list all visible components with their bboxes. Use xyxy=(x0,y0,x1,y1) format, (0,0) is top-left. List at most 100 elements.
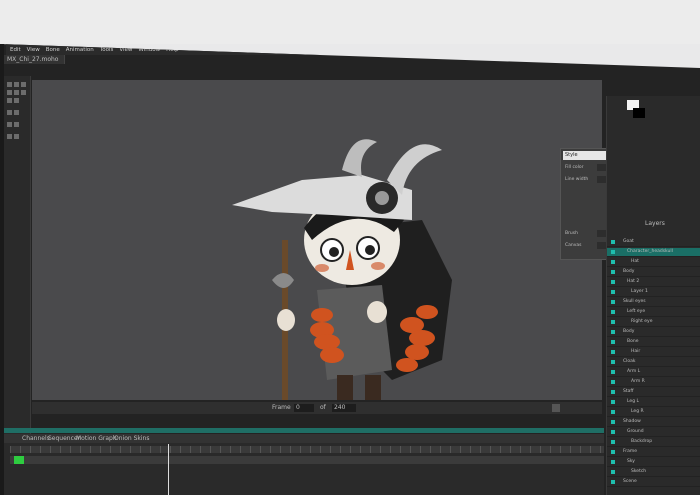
layer-row[interactable]: Character_headskull xyxy=(607,248,700,257)
layer-row[interactable]: Shadow xyxy=(607,418,700,427)
layer-row[interactable]: Ground xyxy=(607,428,700,437)
menu-item-view2[interactable]: View xyxy=(119,47,132,53)
tool-icon[interactable] xyxy=(14,122,19,127)
ruler-tick xyxy=(80,446,81,453)
eye-icon[interactable] xyxy=(611,450,615,454)
eye-icon[interactable] xyxy=(611,250,615,254)
menu-item-edit[interactable]: Edit xyxy=(10,47,21,53)
brush-icon[interactable] xyxy=(21,82,26,87)
timeline-scrub-bar[interactable] xyxy=(4,428,604,433)
tool-icon[interactable] xyxy=(7,110,12,115)
layer-name: Hat 2 xyxy=(627,279,640,284)
eye-icon[interactable] xyxy=(611,350,615,354)
layer-row[interactable]: Arm R xyxy=(607,378,700,387)
tool-icon[interactable] xyxy=(14,90,19,95)
layer-row[interactable]: Arm L xyxy=(607,368,700,377)
menu-item-animation[interactable]: Animation xyxy=(66,47,94,53)
bone-icon[interactable] xyxy=(14,82,19,87)
tool-icon[interactable] xyxy=(14,98,19,103)
eye-icon[interactable] xyxy=(611,410,615,414)
eye-icon[interactable] xyxy=(611,260,615,264)
tool-icon[interactable] xyxy=(7,98,12,103)
menu-item-window[interactable]: Window xyxy=(138,47,160,53)
document-tab[interactable]: MX_Chi_27.moho xyxy=(4,55,65,64)
ruler-tick xyxy=(10,446,11,453)
layer-row[interactable]: Frame xyxy=(607,448,700,457)
layer-row[interactable]: Goat xyxy=(607,238,700,247)
eye-icon[interactable] xyxy=(611,420,615,424)
menu-item-view[interactable]: View xyxy=(27,47,40,53)
playhead[interactable] xyxy=(168,444,169,495)
tool-icon[interactable] xyxy=(14,134,19,139)
menu-item-help[interactable]: Help xyxy=(166,47,179,53)
total-frames-input[interactable]: 240 xyxy=(332,404,356,412)
ruler-tick xyxy=(160,446,161,453)
eye-icon[interactable] xyxy=(611,320,615,324)
layer-row[interactable]: Leg L xyxy=(607,398,700,407)
layer-row[interactable]: Hair xyxy=(607,348,700,357)
layer-row[interactable]: Skull eyes xyxy=(607,298,700,307)
tab-onion-skins[interactable]: Onion Skins xyxy=(114,435,149,442)
tool-icon[interactable] xyxy=(7,134,12,139)
layer-name: Arm R xyxy=(631,379,645,384)
menu-item-bone[interactable]: Bone xyxy=(46,47,60,53)
eye-icon[interactable] xyxy=(611,400,615,404)
tool-icon[interactable] xyxy=(7,122,12,127)
eye-icon[interactable] xyxy=(611,300,615,304)
layer-row[interactable]: Backdrop xyxy=(607,438,700,447)
eye-icon[interactable] xyxy=(611,360,615,364)
eye-icon[interactable] xyxy=(611,390,615,394)
layer-row[interactable]: Body xyxy=(607,268,700,277)
layer-row[interactable]: Sketch xyxy=(607,468,700,477)
eye-icon[interactable] xyxy=(611,370,615,374)
eye-icon[interactable] xyxy=(611,480,615,484)
layer-row[interactable]: Right eye xyxy=(607,318,700,327)
timeline-ruler[interactable] xyxy=(10,446,604,453)
layer-row[interactable]: Scene xyxy=(607,478,700,487)
menu-item-tools[interactable]: Tools xyxy=(100,47,114,53)
eye-icon[interactable] xyxy=(611,470,615,474)
tab-channels[interactable]: Channels xyxy=(22,435,50,442)
layer-row[interactable]: Left eye xyxy=(607,308,700,317)
layer-row[interactable]: Cloak xyxy=(607,358,700,367)
eye-icon[interactable] xyxy=(611,270,615,274)
select-icon[interactable] xyxy=(7,82,12,87)
layer-name: Cloak xyxy=(623,359,636,364)
layer-name: Leg L xyxy=(627,399,639,404)
layer-row[interactable]: Layer 1 xyxy=(607,288,700,297)
eye-icon[interactable] xyxy=(611,440,615,444)
ruler-tick xyxy=(310,446,311,453)
layer-row[interactable]: Hat 2 xyxy=(607,278,700,287)
eye-icon[interactable] xyxy=(611,340,615,344)
ruler-tick xyxy=(420,446,421,453)
eye-icon[interactable] xyxy=(611,290,615,294)
canvas-viewport[interactable]: Style Fill color Line width Brush Canvas xyxy=(32,80,634,400)
eye-icon[interactable] xyxy=(611,430,615,434)
layer-row[interactable]: Sky xyxy=(607,458,700,467)
ruler-tick xyxy=(50,446,51,453)
keyframe-marker[interactable] xyxy=(14,456,24,464)
layer-name: Body xyxy=(623,269,635,274)
ruler-tick xyxy=(170,446,171,453)
keyframe-row[interactable] xyxy=(10,456,604,464)
fill-icon[interactable] xyxy=(7,90,12,95)
frame-input[interactable]: 0 xyxy=(294,404,314,412)
ruler-tick xyxy=(330,446,331,453)
layer-row[interactable]: Hat xyxy=(607,258,700,267)
layer-row[interactable]: Bone xyxy=(607,338,700,347)
layer-row[interactable]: Staff xyxy=(607,388,700,397)
eye-icon[interactable] xyxy=(611,460,615,464)
eye-icon[interactable] xyxy=(611,380,615,384)
eye-icon[interactable] xyxy=(611,310,615,314)
eye-icon[interactable] xyxy=(611,330,615,334)
layer-name: Layer 1 xyxy=(631,289,648,294)
play-icon[interactable] xyxy=(552,404,560,412)
eye-icon[interactable] xyxy=(611,240,615,244)
tab-motion-graph[interactable]: Motion Graph xyxy=(76,435,117,442)
layer-row[interactable]: Leg R xyxy=(607,408,700,417)
layer-row[interactable]: Body xyxy=(607,328,700,337)
tool-icon[interactable] xyxy=(21,90,26,95)
tool-icon[interactable] xyxy=(14,110,19,115)
line-color-swatch[interactable] xyxy=(633,108,645,118)
eye-icon[interactable] xyxy=(611,280,615,284)
